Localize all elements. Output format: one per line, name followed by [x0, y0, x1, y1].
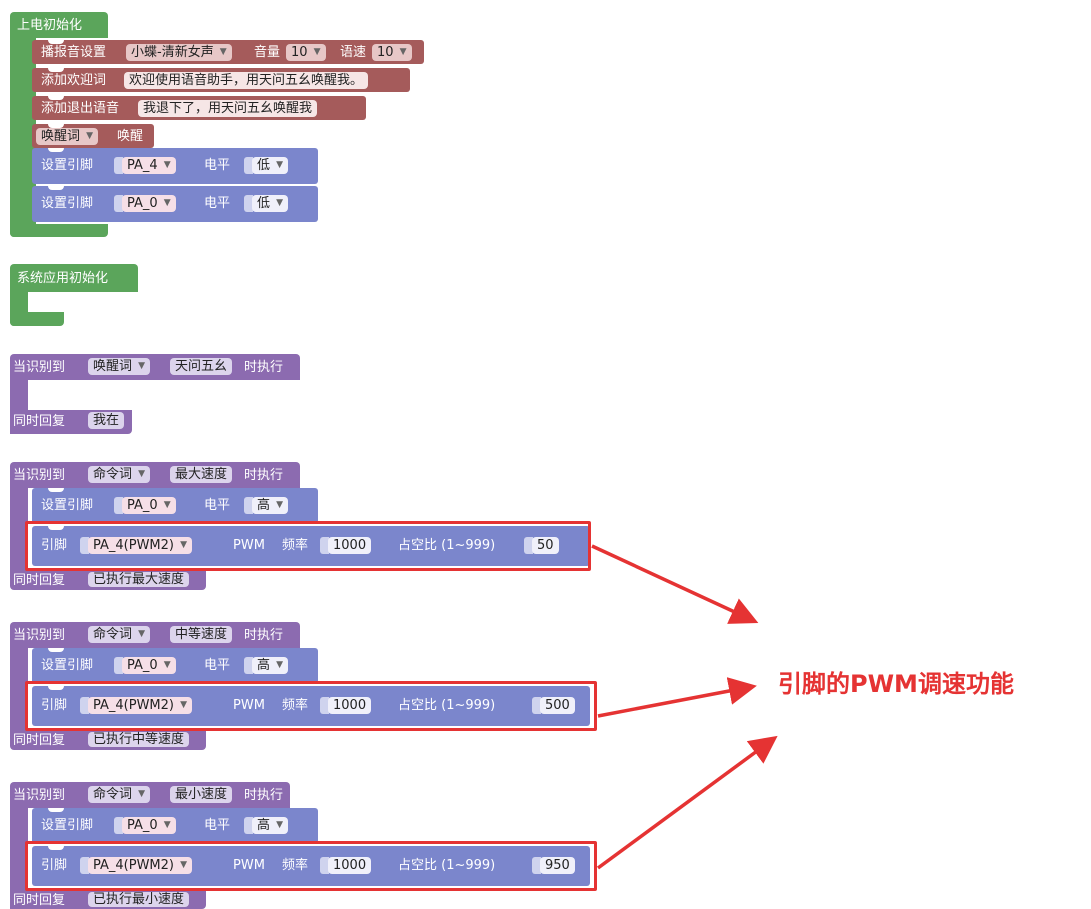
pwm-annotation-label: 引脚的PWM调速功能: [778, 670, 1014, 698]
arrow-line-middle: [597, 677, 757, 718]
annotation-arrows: [591, 544, 778, 870]
arrow-line-bottom: [596, 735, 778, 870]
arrow-line-top: [591, 544, 759, 624]
